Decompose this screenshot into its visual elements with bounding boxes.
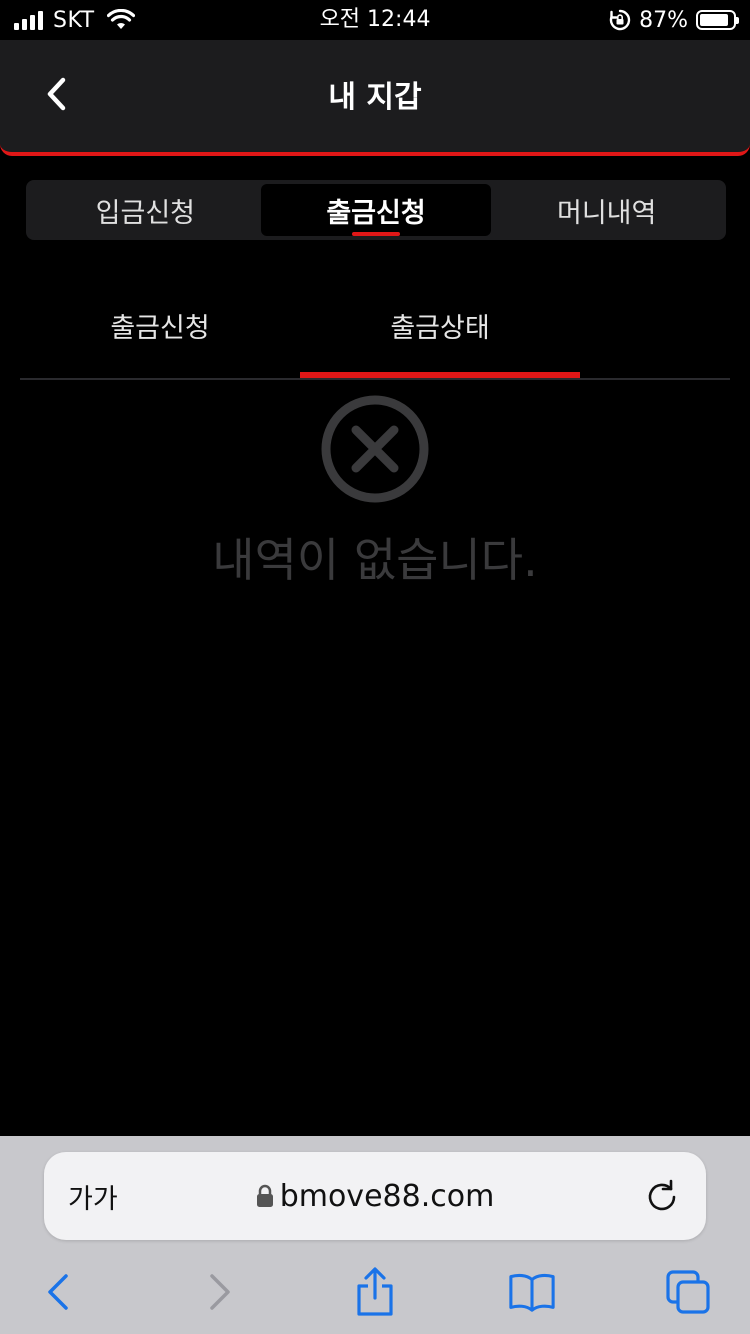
tab-label: 입금신청 <box>95 197 196 229</box>
tab-label: 머니내역 <box>556 197 657 229</box>
status-right: 87% <box>609 6 739 34</box>
battery-icon <box>696 10 739 30</box>
tab-withdraw-request[interactable]: 출금신청 <box>260 184 492 236</box>
share-icon <box>357 1267 393 1316</box>
browser-toolbar <box>0 1262 750 1322</box>
reload-icon[interactable] <box>644 1178 680 1214</box>
wallet-tabs: 입금신청 출금신청 머니내역 <box>26 180 726 240</box>
tab-deposit-request[interactable]: 입금신청 <box>30 184 261 236</box>
app-header: 내 지갑 <box>0 40 750 156</box>
subtab-label: 출금상태 <box>390 313 490 344</box>
bookmarks-icon <box>509 1273 555 1312</box>
bookmarks-button[interactable] <box>508 1268 556 1316</box>
address-bar[interactable]: 가가 bmove88.com <box>44 1152 706 1240</box>
page-title: 내 지갑 <box>328 80 422 115</box>
status-bar: SKT 오전 12:44 87% <box>0 0 750 40</box>
battery-level-fill <box>700 14 728 26</box>
browser-back-button[interactable] <box>34 1268 82 1316</box>
battery-percentage: 87% <box>639 7 688 33</box>
lock-icon <box>256 1184 273 1207</box>
tab-money-history[interactable]: 머니내역 <box>491 184 722 236</box>
url-text: bmove88.com <box>279 1178 495 1214</box>
empty-state-message: 내역이 없습니다. <box>212 533 538 587</box>
tabs-icon <box>666 1270 710 1314</box>
subtab-label: 출금신청 <box>110 313 210 344</box>
browser-forward-button[interactable] <box>196 1268 244 1316</box>
back-arrow-icon <box>48 1274 68 1310</box>
close-circle-icon <box>321 395 429 503</box>
orientation-lock-icon <box>609 9 631 31</box>
forward-arrow-icon <box>210 1274 230 1310</box>
subtab-withdraw-status[interactable]: 출금상태 <box>300 288 580 378</box>
url-display[interactable]: bmove88.com <box>44 1152 706 1240</box>
withdraw-subtabs: 출금신청 출금상태 <box>20 288 730 380</box>
tab-label: 출금신청 <box>326 197 426 229</box>
share-button[interactable] <box>351 1267 399 1316</box>
tabs-button[interactable] <box>664 1268 712 1316</box>
active-subtab-indicator <box>300 372 580 378</box>
active-tab-indicator <box>352 232 400 236</box>
browser-bottom-bar: 가가 bmove88.com <box>0 1136 750 1334</box>
subtab-withdraw-request[interactable]: 출금신청 <box>20 288 300 378</box>
